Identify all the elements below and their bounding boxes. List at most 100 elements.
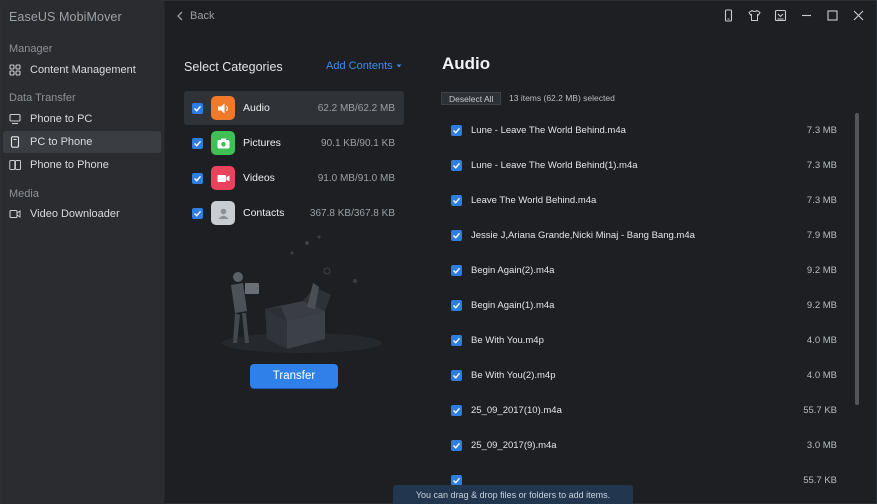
file-size: 3.0 MB: [806, 440, 837, 451]
file-name: Begin Again(2).m4a: [471, 265, 555, 276]
transfer-button[interactable]: Transfer: [250, 364, 338, 388]
section-label-manager: Manager: [9, 43, 53, 55]
back-button[interactable]: Back: [176, 10, 214, 22]
device-icon[interactable]: [721, 8, 736, 23]
sidebar-item-label: Phone to PC: [30, 113, 93, 125]
checkbox-checked-icon[interactable]: [451, 125, 462, 136]
file-row[interactable]: Begin Again(2).m4a 9.2 MB: [415, 253, 855, 288]
checkbox-checked-icon[interactable]: [451, 370, 462, 381]
file-name: Jessie J,Ariana Grande,Nicki Minaj - Ban…: [471, 230, 695, 241]
file-name: 25_09_2017(9).m4a: [471, 440, 557, 451]
category-row-audio[interactable]: Audio 62.2 MB/62.2 MB: [184, 91, 404, 125]
app-title: EaseUS MobiMover: [9, 10, 122, 24]
section-label-data-transfer: Data Transfer: [9, 92, 76, 104]
file-size: 7.9 MB: [806, 230, 837, 241]
checkbox-checked-icon[interactable]: [451, 335, 462, 346]
shirt-icon[interactable]: [747, 8, 762, 23]
file-size: 4.0 MB: [806, 370, 837, 381]
dropdown-box-icon[interactable]: [773, 8, 788, 23]
file-name: Be With You.m4p: [471, 335, 544, 346]
file-row[interactable]: 25_09_2017(10).m4a 55.7 KB: [415, 393, 855, 428]
file-list: Lune - Leave The World Behind.m4a 7.3 MB…: [415, 113, 855, 504]
pc-to-phone-icon: [9, 136, 21, 148]
checkbox-checked-icon[interactable]: [451, 195, 462, 206]
deselect-all-button[interactable]: Deselect All: [441, 92, 502, 105]
checkbox-checked-icon[interactable]: [192, 102, 203, 114]
file-size: 9.2 MB: [806, 265, 837, 276]
file-size: 7.3 MB: [806, 125, 837, 136]
video-download-icon: [9, 208, 21, 220]
file-list-panel: Audio Deselect All 13 items (62.2 MB) se…: [393, 31, 877, 504]
close-icon[interactable]: [851, 8, 866, 23]
file-size: 4.0 MB: [806, 335, 837, 346]
add-contents-button[interactable]: Add Contents: [326, 60, 402, 72]
file-row[interactable]: Leave The World Behind.m4a 7.3 MB: [415, 183, 855, 218]
sidebar-item-pc-to-phone[interactable]: PC to Phone: [3, 131, 161, 153]
category-name: Audio: [243, 102, 270, 114]
sidebar-item-phone-to-phone[interactable]: Phone to Phone: [3, 154, 161, 176]
file-size: 55.7 KB: [803, 405, 837, 416]
checkbox-checked-icon[interactable]: [192, 137, 203, 149]
category-name: Pictures: [243, 137, 281, 149]
category-row-pictures[interactable]: Pictures 90.1 KB/90.1 KB: [184, 126, 404, 160]
file-size: 7.3 MB: [806, 160, 837, 171]
minimize-icon[interactable]: [799, 8, 814, 23]
file-row[interactable]: Be With You.m4p 4.0 MB: [415, 323, 855, 358]
sidebar: EaseUS MobiMover Manager Content Managem…: [1, 1, 165, 504]
video-icon: [211, 166, 235, 190]
checkbox-checked-icon[interactable]: [192, 207, 203, 219]
add-contents-label: Add Contents: [326, 60, 393, 72]
grid-icon: [9, 64, 21, 76]
sidebar-item-phone-to-pc[interactable]: Phone to PC: [3, 108, 161, 130]
checkbox-checked-icon[interactable]: [451, 265, 462, 276]
file-name: Leave The World Behind.m4a: [471, 195, 597, 206]
category-name: Contacts: [243, 207, 285, 219]
file-row[interactable]: 25_09_2017(9).m4a 3.0 MB: [415, 428, 855, 463]
checkbox-checked-icon[interactable]: [451, 160, 462, 171]
speaker-icon: [211, 96, 235, 120]
category-row-contacts[interactable]: Contacts 367.8 KB/367.8 KB: [184, 196, 404, 230]
contact-icon: [211, 201, 235, 225]
categories-title: Select Categories: [184, 60, 283, 74]
file-name: Be With You(2).m4p: [471, 370, 556, 381]
sidebar-item-label: PC to Phone: [30, 136, 93, 148]
category-size: 62.2 MB/62.2 MB: [317, 102, 395, 114]
category-row-videos[interactable]: Videos 91.0 MB/91.0 MB: [184, 161, 404, 195]
checkbox-checked-icon[interactable]: [451, 440, 462, 451]
transfer-illustration: [222, 235, 382, 353]
file-name: 25_09_2017(10).m4a: [471, 405, 562, 416]
category-name: Videos: [243, 172, 275, 184]
file-row[interactable]: Be With You(2).m4p 4.0 MB: [415, 358, 855, 393]
window-controls: [721, 8, 866, 23]
category-size: 91.0 MB/91.0 MB: [317, 172, 395, 184]
checkbox-checked-icon[interactable]: [192, 172, 203, 184]
category-size: 367.8 KB/367.8 KB: [309, 207, 395, 219]
chevron-left-icon: [177, 11, 183, 21]
categories-panel: Select Categories Add Contents Audio 62.…: [165, 31, 415, 504]
sidebar-item-label: Video Downloader: [30, 208, 120, 220]
file-row[interactable]: Lune - Leave The World Behind.m4a 7.3 MB: [415, 113, 855, 148]
sidebar-item-label: Content Management: [30, 64, 136, 76]
file-row[interactable]: Jessie J,Ariana Grande,Nicki Minaj - Ban…: [415, 218, 855, 253]
sidebar-item-video-downloader[interactable]: Video Downloader: [3, 203, 161, 225]
maximize-icon[interactable]: [825, 8, 840, 23]
checkbox-checked-icon[interactable]: [451, 230, 462, 241]
sidebar-item-content-management[interactable]: Content Management: [3, 59, 161, 81]
checkbox-checked-icon[interactable]: [451, 405, 462, 416]
panel-title: Audio: [442, 54, 491, 73]
caret-down-icon: [396, 64, 402, 68]
camera-icon: [211, 131, 235, 155]
file-row[interactable]: Begin Again(1).m4a 9.2 MB: [415, 288, 855, 323]
back-label: Back: [190, 10, 215, 22]
phone-to-pc-icon: [9, 113, 21, 125]
file-row[interactable]: Lune - Leave The World Behind(1).m4a 7.3…: [415, 148, 855, 183]
drop-hint: You can drag & drop files or folders to …: [393, 485, 633, 504]
sidebar-item-label: Phone to Phone: [30, 159, 109, 171]
category-size: 90.1 KB/90.1 KB: [321, 137, 395, 149]
file-name: Lune - Leave The World Behind.m4a: [471, 125, 626, 136]
file-name: Lune - Leave The World Behind(1).m4a: [471, 160, 638, 171]
selected-info: 13 items (62.2 MB) selected: [509, 93, 615, 103]
file-size: 7.3 MB: [806, 195, 837, 206]
checkbox-checked-icon[interactable]: [451, 300, 462, 311]
scrollbar[interactable]: [855, 113, 859, 405]
